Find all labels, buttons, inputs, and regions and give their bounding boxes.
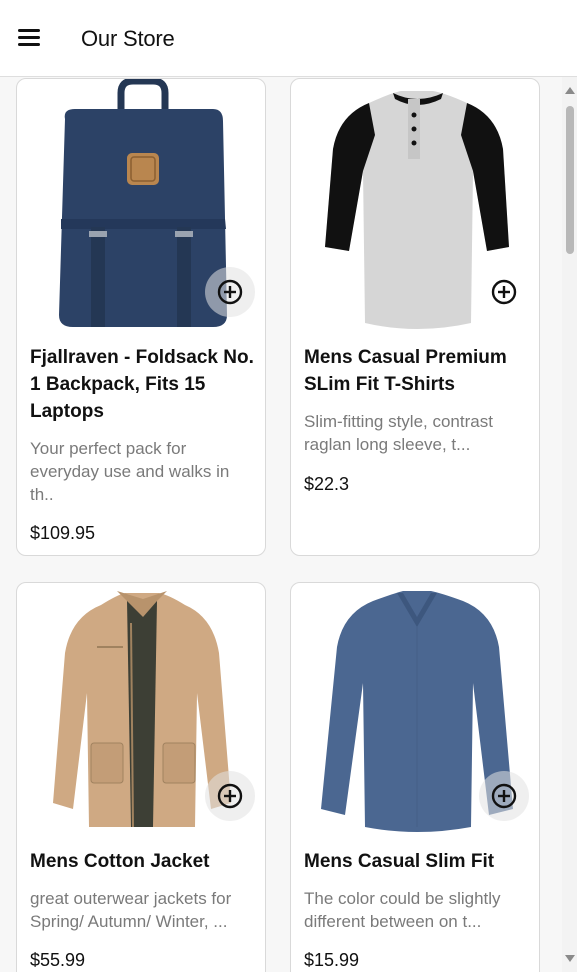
product-name[interactable]: Mens Casual Premium SLim Fit T-Shirts — [304, 344, 530, 398]
product-card[interactable]: Mens Casual Slim Fit The color could be … — [290, 582, 540, 972]
add-to-cart-button[interactable] — [205, 267, 255, 317]
scroll-down-arrow-icon[interactable] — [565, 955, 575, 962]
product-card[interactable]: Fjallraven - Foldsack No. 1 Backpack, Fi… — [16, 78, 266, 556]
scroll-up-arrow-icon[interactable] — [565, 87, 575, 94]
product-card[interactable]: Mens Casual Premium SLim Fit T-Shirts Sl… — [290, 78, 540, 556]
product-price: $55.99 — [30, 950, 86, 970]
product-grid: Fjallraven - Foldsack No. 1 Backpack, Fi… — [0, 77, 562, 972]
product-price: $15.99 — [304, 950, 360, 970]
add-to-cart-button[interactable] — [479, 267, 529, 317]
product-card[interactable]: Mens Cotton Jacket great outerwear jacke… — [16, 582, 266, 972]
product-name[interactable]: Fjallraven - Foldsack No. 1 Backpack, Fi… — [30, 344, 256, 425]
product-name[interactable]: Mens Cotton Jacket — [30, 848, 256, 875]
add-circle-icon — [217, 279, 243, 305]
page-title: Our Store — [81, 26, 175, 51]
vertical-scrollbar[interactable] — [562, 77, 577, 972]
product-name[interactable]: Mens Casual Slim Fit — [304, 848, 530, 875]
add-to-cart-button[interactable] — [479, 771, 529, 821]
hamburger-menu-icon[interactable] — [12, 22, 46, 56]
product-price: $109.95 — [30, 523, 96, 543]
product-description: Your perfect pack for everyday use and w… — [30, 439, 230, 504]
add-circle-icon — [217, 783, 243, 809]
product-price: $22.3 — [304, 474, 350, 494]
product-description: Slim-fitting style, contrast raglan long… — [304, 412, 493, 454]
product-description: The color could be slightly different be… — [304, 889, 501, 931]
scrollbar-thumb[interactable] — [566, 106, 574, 254]
app-bar: Our Store — [0, 0, 577, 77]
add-circle-icon — [491, 783, 517, 809]
add-to-cart-button[interactable] — [205, 771, 255, 821]
add-circle-icon — [491, 279, 517, 305]
product-description: great outerwear jackets for Spring/ Autu… — [30, 889, 232, 931]
